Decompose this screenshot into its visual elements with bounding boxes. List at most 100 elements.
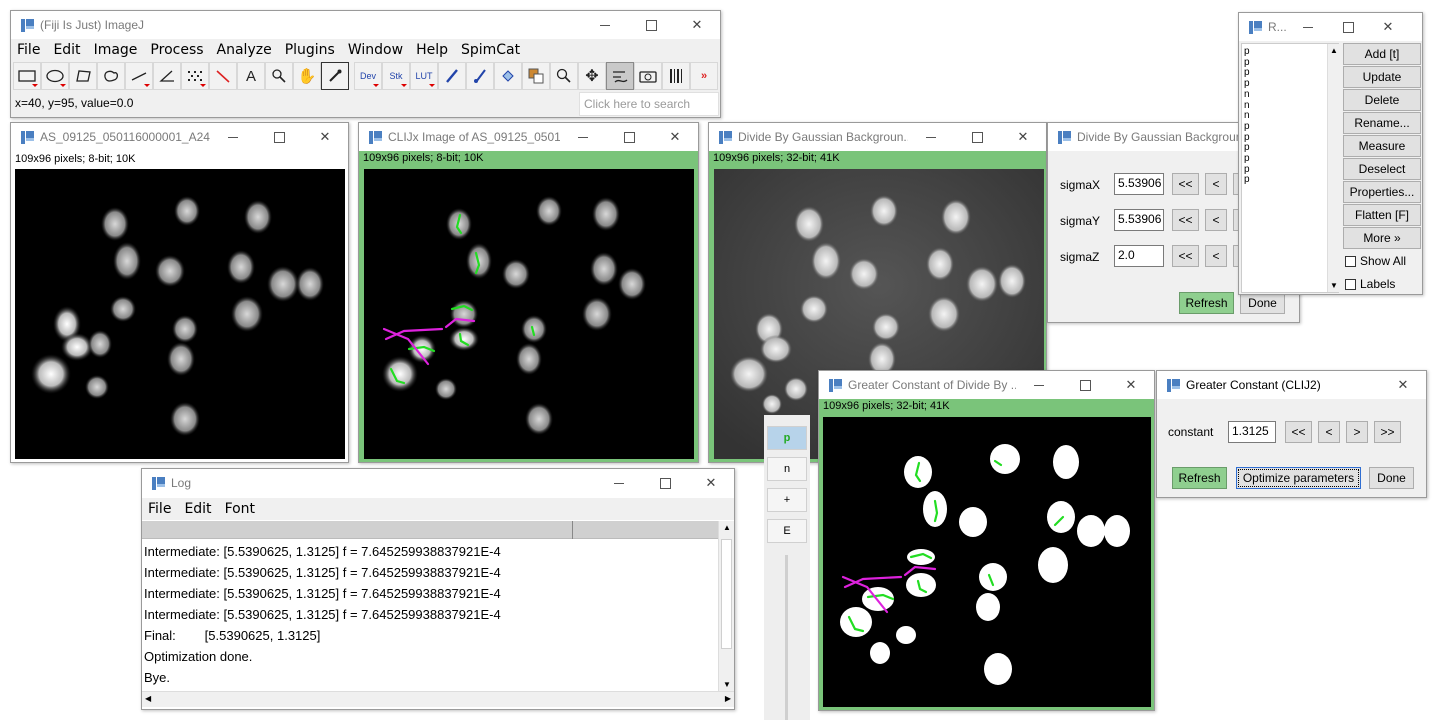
roi-rename-button[interactable]: Rename... [1343,112,1421,134]
roi-list[interactable]: p p p p n n n p p p p p p [1241,43,1339,293]
rectangle-tool-icon[interactable] [13,62,41,90]
close-icon[interactable] [688,469,734,497]
roi-item[interactable]: n [1244,111,1336,122]
text-tool-icon[interactable]: A [237,62,265,90]
stk-tool-icon[interactable]: Stk [382,62,410,90]
roi-item[interactable]: p [1244,175,1336,186]
roi-item[interactable]: n [1244,89,1336,101]
roi-update-button[interactable]: Update [1343,66,1421,88]
menu-image[interactable]: Image [94,42,138,58]
refresh-button[interactable]: Refresh [1172,467,1227,489]
close-icon[interactable] [1000,123,1046,151]
side-panel-slider[interactable] [785,555,788,720]
log-horizontal-scrollbar[interactable]: ◀ ▶ [142,691,734,707]
close-icon[interactable] [1380,371,1426,399]
constant-decrease-fast-button[interactable]: << [1285,421,1312,443]
refresh-button[interactable]: Refresh [1179,292,1234,314]
image-titlebar[interactable]: CLIJx Image of AS_09125_0501... [359,123,698,151]
lut-tool-icon[interactable]: LUT [410,62,438,90]
image-canvas[interactable] [823,417,1151,707]
pencil-tool-icon[interactable] [438,62,466,90]
menu-edit[interactable]: Edit [53,42,80,58]
roi-item[interactable]: p [1244,143,1336,154]
search-input[interactable]: Click here to search [579,92,719,116]
close-icon[interactable] [1108,371,1154,399]
menu-process[interactable]: Process [150,42,203,58]
sigmaz-decrease-button[interactable]: < [1205,245,1227,267]
image-canvas[interactable] [364,169,694,459]
roi-list-scrollbar[interactable]: ▲ ▼ [1327,44,1339,292]
freehand-tool-icon[interactable] [97,62,125,90]
roi-measure-button[interactable]: Measure [1343,135,1421,157]
show-all-checkbox[interactable] [1345,256,1356,267]
menu-spimcat[interactable]: SpimCat [461,42,520,58]
close-icon[interactable] [302,123,348,151]
wand-tool-icon[interactable] [209,62,237,90]
sigmay-field[interactable]: 5.53906 [1114,209,1164,231]
close-icon[interactable] [652,123,698,151]
roi-flatten-button[interactable]: Flatten [F] [1343,204,1421,226]
menu-analyze[interactable]: Analyze [217,42,272,58]
flood-fill-tool-icon[interactable] [494,62,522,90]
annotate-tool-icon[interactable] [606,62,634,90]
sigmax-decrease-fast-button[interactable]: << [1172,173,1199,195]
roi-properties-button[interactable]: Properties... [1343,181,1421,203]
roi-add-button[interactable]: Add [t] [1343,43,1421,65]
constant-increase-button[interactable]: > [1346,421,1368,443]
maximize-icon[interactable] [954,123,1000,151]
dev-tool-icon[interactable]: Dev [354,62,382,90]
menu-plugins[interactable]: Plugins [285,42,335,58]
roi-item[interactable]: p [1244,78,1336,90]
minimize-icon[interactable] [210,123,256,151]
sigmaz-decrease-fast-button[interactable]: << [1172,245,1199,267]
hand-tool-icon[interactable]: ✋ [293,62,321,90]
roi-item[interactable]: p [1244,46,1336,58]
log-menu-edit[interactable]: Edit [184,501,211,517]
maximize-icon[interactable] [256,123,302,151]
sigmaz-field[interactable]: 2.0 [1114,245,1164,267]
image-titlebar[interactable]: AS_09125_050116000001_A24f... [11,123,348,151]
close-icon[interactable] [1368,13,1408,41]
minimize-icon[interactable] [1288,13,1328,41]
polygon-tool-icon[interactable] [69,62,97,90]
minimize-icon[interactable] [596,469,642,497]
done-button[interactable]: Done [1240,292,1285,314]
maximize-icon[interactable] [606,123,652,151]
positive-class-button[interactable]: p [767,426,807,450]
dialog-titlebar[interactable]: Greater Constant (CLIJ2) [1157,371,1426,399]
log-menu-font[interactable]: Font [225,501,255,517]
roi-delete-button[interactable]: Delete [1343,89,1421,111]
constant-increase-fast-button[interactable]: >> [1374,421,1401,443]
roi-item[interactable]: p [1244,132,1336,144]
zoom-search-icon[interactable] [550,62,578,90]
close-icon[interactable] [674,11,720,39]
image-titlebar[interactable]: Divide By Gaussian Backgroun... [709,123,1046,151]
constant-decrease-button[interactable]: < [1318,421,1340,443]
menu-file[interactable]: File [17,42,40,58]
minimize-icon[interactable] [582,11,628,39]
add-class-button[interactable]: + [767,488,807,512]
log-menu-file[interactable]: File [148,501,171,517]
minimize-icon[interactable] [908,123,954,151]
image-canvas[interactable] [15,169,345,459]
sigmay-decrease-button[interactable]: < [1205,209,1227,231]
menu-help[interactable]: Help [416,42,448,58]
angle-tool-icon[interactable] [153,62,181,90]
maximize-icon[interactable] [1062,371,1108,399]
roi-more-button[interactable]: More » [1343,227,1421,249]
maximize-icon[interactable] [628,11,674,39]
oval-tool-icon[interactable] [41,62,69,90]
color-swatch-icon[interactable] [522,62,550,90]
point-tool-icon[interactable] [181,62,209,90]
roi-item[interactable]: p [1244,57,1336,69]
negative-class-button[interactable]: n [767,457,807,481]
roi-titlebar[interactable]: R... [1239,13,1422,41]
magnifier-tool-icon[interactable] [265,62,293,90]
edit-class-button[interactable]: E [767,519,807,543]
move-tool-icon[interactable]: ✥ [578,62,606,90]
sigmax-decrease-button[interactable]: < [1205,173,1227,195]
roi-item[interactable]: n [1244,100,1336,112]
image-titlebar[interactable]: Greater Constant of Divide By ... [819,371,1154,399]
minimize-icon[interactable] [1016,371,1062,399]
camera-tool-icon[interactable] [634,62,662,90]
